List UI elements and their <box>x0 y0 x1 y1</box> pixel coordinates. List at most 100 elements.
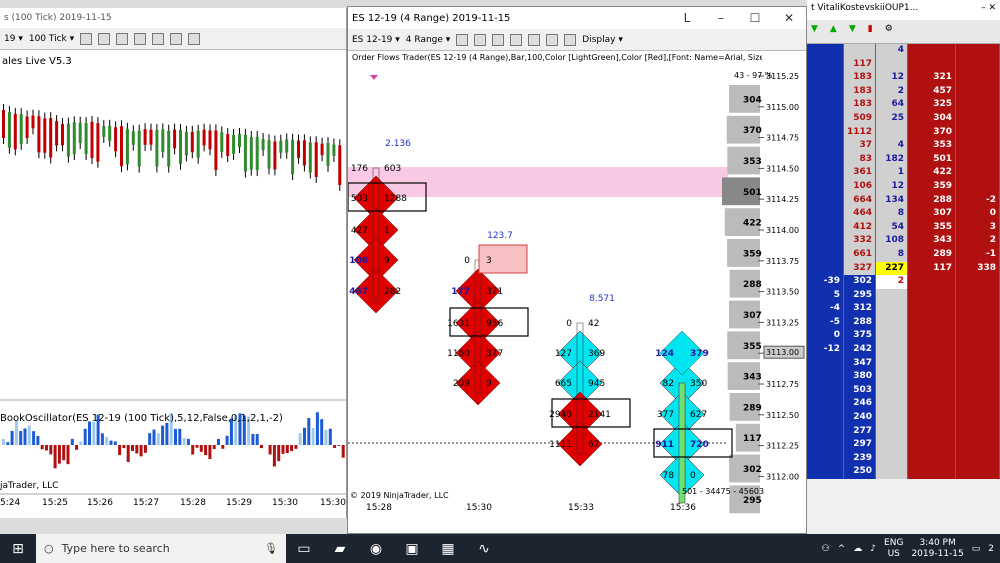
price-label: 3113.25 <box>766 318 799 327</box>
dom-row[interactable]: -4 312 <box>807 302 1000 316</box>
dom-row[interactable]: 4 <box>807 44 1000 58</box>
dom-row[interactable]: 509 25 304 <box>807 111 1000 126</box>
bars-icon[interactable] <box>456 33 469 46</box>
candle <box>43 118 47 153</box>
buy-up-icon[interactable]: ▲ <box>830 24 837 39</box>
windows-start-icon[interactable]: ⊞ <box>0 534 36 563</box>
order-flow-chart[interactable]: 304 370 353 501 422 359 288 307 355 343 289 117 302 2… <box>348 65 806 533</box>
file-explorer-icon[interactable]: ▰ <box>322 534 358 563</box>
dom-row[interactable]: 239 <box>807 451 1000 466</box>
speaker-icon[interactable]: ♪ <box>870 544 876 554</box>
buy-arrow-icon[interactable]: ▼ <box>811 24 818 39</box>
dom-row[interactable]: -12 242 <box>807 343 1000 357</box>
osc-bar <box>152 429 156 445</box>
people-icon[interactable]: ⚇ <box>822 544 830 554</box>
sell-icon[interactable]: ▮ <box>868 24 873 39</box>
dom-row[interactable]: 83 182 501 <box>807 152 1000 167</box>
dom-row[interactable]: 464 8 307 0 <box>807 207 1000 221</box>
dom-row[interactable]: 361 1 422 <box>807 166 1000 180</box>
settings-icon[interactable]: ⚙ <box>885 24 893 39</box>
properties-icon[interactable] <box>528 33 541 46</box>
mic-icon[interactable]: 🎙 <box>264 542 286 555</box>
profile-value: 288 <box>743 280 762 290</box>
left-tf-dropdown[interactable]: 100 Tick ▾ <box>29 34 74 44</box>
dom-cell <box>807 356 844 371</box>
grid-icon[interactable] <box>564 33 577 46</box>
dom-row[interactable]: 246 <box>807 397 1000 412</box>
dom-row[interactable]: 661 8 289 -1 <box>807 247 1000 262</box>
zoom-icon[interactable] <box>134 32 147 45</box>
dom-row[interactable]: -5 288 <box>807 315 1000 330</box>
dom-row[interactable]: 183 2 457 <box>807 84 1000 99</box>
minimize-button[interactable]: – <box>704 11 738 25</box>
crosshair-icon[interactable] <box>116 32 129 45</box>
left-tf-short[interactable]: 19 ▾ <box>4 34 23 44</box>
chrome-icon[interactable]: ◉ <box>358 534 394 563</box>
dom-row[interactable]: 240 <box>807 411 1000 425</box>
dom-cell <box>876 383 908 398</box>
dom-row[interactable]: 5 295 <box>807 288 1000 303</box>
left-price-chart[interactable] <box>0 50 347 518</box>
dom-row[interactable]: 37 4 353 <box>807 139 1000 153</box>
dom-row[interactable]: 380 <box>807 370 1000 384</box>
osc-bar <box>268 445 272 455</box>
dom-min-button[interactable]: – ✕ <box>981 3 996 17</box>
dom-cell: 183 <box>844 71 876 85</box>
dom-row[interactable]: 1112 370 <box>807 125 1000 140</box>
dom-row[interactable]: 183 64 325 <box>807 98 1000 112</box>
dom-row[interactable]: 503 <box>807 383 1000 398</box>
dom-cell <box>844 44 876 58</box>
price-label: 3113.50 <box>766 288 799 297</box>
pencil-icon[interactable] <box>474 33 487 46</box>
instrument-dropdown[interactable]: ES 12-19 ▾ <box>352 35 400 45</box>
right-copyright: © 2019 NinjaTrader, LLC <box>350 491 449 500</box>
link-button[interactable]: L <box>670 11 704 25</box>
display-dropdown[interactable]: Display ▾ <box>582 35 623 45</box>
zoom-icon[interactable] <box>510 33 523 46</box>
dom-cell: 338 <box>956 261 1000 276</box>
grid-icon[interactable] <box>188 32 201 45</box>
maximize-button[interactable]: ☐ <box>738 11 772 25</box>
dom-row[interactable]: 183 12 321 <box>807 71 1000 85</box>
dom-cell <box>876 397 908 412</box>
dom-row[interactable]: 117 <box>807 57 1000 72</box>
properties-icon[interactable] <box>152 32 165 45</box>
left-chart-window[interactable]: s (100 Tick) 2019-11-15 19 ▾ 100 Tick ▾ … <box>0 8 347 518</box>
template-icon[interactable] <box>170 32 183 45</box>
dom-row[interactable]: 332 108 343 2 <box>807 234 1000 248</box>
dom-row[interactable]: 297 <box>807 438 1000 452</box>
cloud-icon[interactable]: ☁ <box>853 544 862 554</box>
dom-cell <box>908 288 956 303</box>
move-down-icon[interactable]: ▼ <box>849 24 856 39</box>
tray-chevron-icon[interactable]: ^ <box>838 544 846 554</box>
pencil-icon[interactable] <box>98 32 111 45</box>
dom-row[interactable]: 277 <box>807 424 1000 439</box>
language-indicator[interactable]: ENG US <box>884 538 903 560</box>
clock[interactable]: 3:40 PM 2019-11-15 <box>911 538 963 560</box>
dom-row[interactable]: 106 12 359 <box>807 179 1000 194</box>
search-box[interactable]: ○ Type here to search 🎙 <box>36 534 286 563</box>
close-button[interactable]: ✕ <box>772 11 806 25</box>
dom-row[interactable]: 412 54 355 3 <box>807 220 1000 235</box>
dom-row[interactable]: 327 227 117 338 <box>807 261 1000 276</box>
dom-row[interactable]: 664 134 288 -2 <box>807 193 1000 208</box>
profile-value: 117 <box>743 434 762 444</box>
notification-icon[interactable]: ▭ <box>972 544 981 554</box>
remote-desktop-icon[interactable]: ▣ <box>394 534 430 563</box>
dom-row[interactable]: 347 <box>807 356 1000 371</box>
dom-row[interactable]: 250 <box>807 465 1000 479</box>
task-view-icon[interactable]: ▭ <box>286 534 322 563</box>
crosshair-icon[interactable] <box>492 33 505 46</box>
right-chart-window[interactable]: ES 12-19 (4 Range) 2019-11-15 L – ☐ ✕ ES… <box>347 6 807 534</box>
ninjatrader-icon[interactable]: ∿ <box>466 534 502 563</box>
dom-window[interactable]: t VitaliKostevskiiOUP1... – ✕ ▼ ▲ ▼ ▮ ⚙ … <box>807 0 1000 534</box>
range-dropdown[interactable]: 4 Range ▾ <box>406 35 451 45</box>
bars-icon[interactable] <box>80 32 93 45</box>
template-icon[interactable] <box>546 33 559 46</box>
store-icon[interactable]: ▦ <box>430 534 466 563</box>
dom-row[interactable]: -39 302 2 <box>807 275 1000 289</box>
dom-row[interactable]: 0 375 <box>807 329 1000 344</box>
time-label: 5:24 <box>0 498 21 508</box>
dom-cell: 242 <box>844 343 876 357</box>
dom-cell <box>876 438 908 452</box>
